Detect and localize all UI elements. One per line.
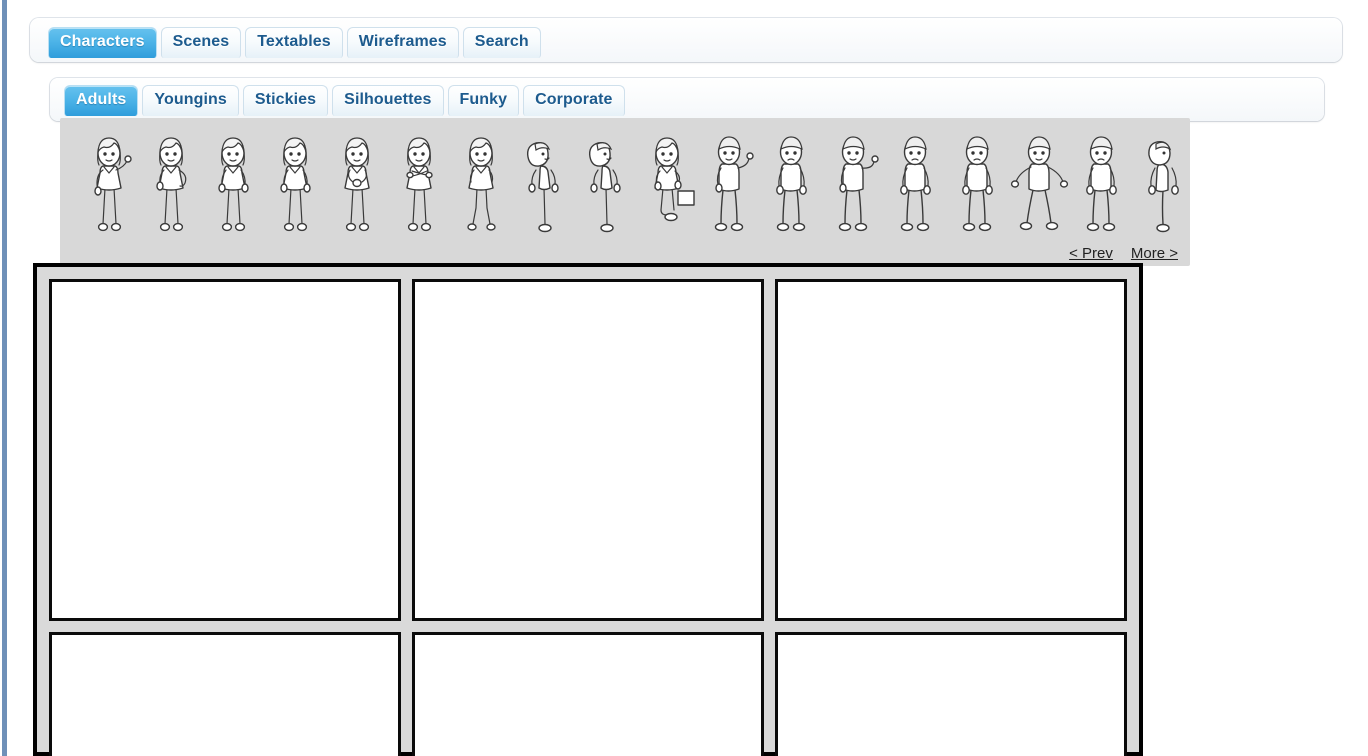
next-page-link[interactable]: More > <box>1131 245 1178 262</box>
character-thumb-woman-head-tilted[interactable] <box>202 126 264 238</box>
character-thumb-man-standing-front[interactable] <box>1070 126 1132 238</box>
character-thumb-woman-hands-clasped[interactable] <box>326 126 388 238</box>
character-thumb-man-standing-neutral[interactable] <box>946 126 1008 238</box>
subtab-funky[interactable]: Funky <box>447 85 520 116</box>
subtab-stickies[interactable]: Stickies <box>242 85 329 116</box>
main-tab-bar: Characters Scenes Textables Wireframes Searc… <box>48 27 541 58</box>
storyboard-cell-2[interactable] <box>412 279 764 621</box>
character-thumb-woman-sitting[interactable] <box>450 126 512 238</box>
tab-search[interactable]: Search <box>462 27 541 58</box>
prev-page-link[interactable]: < Prev <box>1069 245 1113 262</box>
tab-wireframes[interactable]: Wireframes <box>346 27 459 58</box>
subtab-silhouettes[interactable]: Silhouettes <box>332 85 444 116</box>
subtab-youngins[interactable]: Youngins <box>142 85 239 116</box>
subtab-corporate[interactable]: Corporate <box>523 85 625 116</box>
character-thumb-man-standing-frowning[interactable] <box>760 126 822 238</box>
character-thumb-man-standing-smiling[interactable] <box>884 126 946 238</box>
gallery-pagination: < Prev More > <box>1069 245 1178 262</box>
storyboard-cell-4[interactable] <box>49 632 401 756</box>
character-thumb-man-gesturing[interactable] <box>822 126 884 238</box>
tab-scenes[interactable]: Scenes <box>160 27 242 58</box>
character-thumb-woman-waving-hand[interactable] <box>78 126 140 238</box>
character-thumb-woman-standing-smiling[interactable] <box>264 126 326 238</box>
left-accent-strip <box>2 0 7 756</box>
character-thumb-woman-side-profile-left[interactable] <box>512 126 574 238</box>
character-thumb-woman-kneeling-with-box[interactable] <box>636 126 698 238</box>
character-thumb-man-arms-out[interactable] <box>1008 126 1070 238</box>
character-thumb-woman-hands-on-hips[interactable] <box>140 126 202 238</box>
storyboard-cell-1[interactable] <box>49 279 401 621</box>
storyboard-cell-5[interactable] <box>412 632 764 756</box>
character-thumb-man-side-profile[interactable] <box>1132 126 1190 238</box>
character-thumb-woman-side-profile-right[interactable] <box>574 126 636 238</box>
tab-characters[interactable]: Characters <box>48 27 157 58</box>
character-thumb-man-pointing-up[interactable] <box>698 126 760 238</box>
sub-tab-bar: Adults Youngins Stickies Silhouettes Funky Co… <box>64 85 625 116</box>
tab-textables[interactable]: Textables <box>245 27 343 58</box>
character-thumb-woman-arms-crossed[interactable] <box>388 126 450 238</box>
storyboard-canvas[interactable] <box>33 263 1143 756</box>
subtab-adults[interactable]: Adults <box>64 85 139 116</box>
character-gallery-track <box>60 118 1190 238</box>
storyboard-cell-6[interactable] <box>775 632 1127 756</box>
storyboard-cell-3[interactable] <box>775 279 1127 621</box>
app-root: Characters Scenes Textables Wireframes Searc… <box>0 0 1368 756</box>
character-gallery-strip: < Prev More > <box>60 118 1190 266</box>
